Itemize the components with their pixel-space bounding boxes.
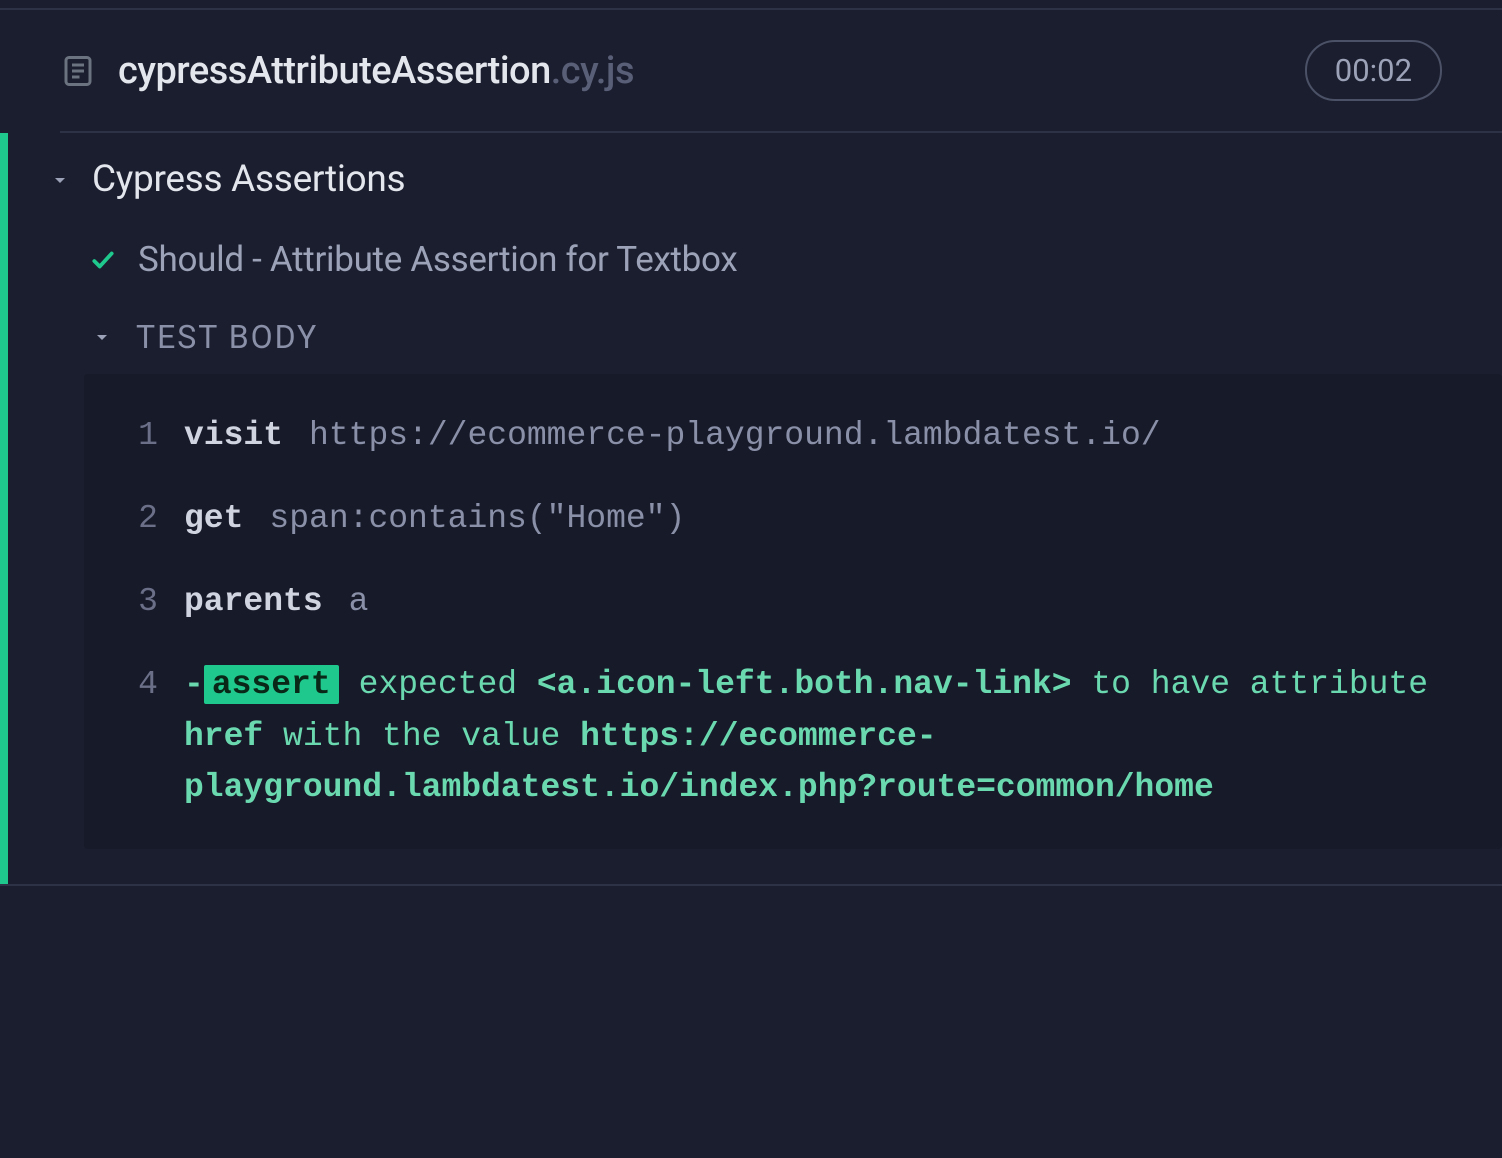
chevron-down-icon	[90, 325, 114, 349]
command-row[interactable]: 2 get span:contains("Home")	[84, 477, 1502, 560]
test-title: Should - Attribute Assertion for Textbox	[138, 239, 737, 280]
command-content: get span:contains("Home")	[184, 493, 1474, 544]
assert-pill: assert	[204, 665, 339, 704]
command-name: visit	[184, 417, 283, 454]
assert-to-have: to have attribute	[1091, 666, 1428, 703]
command-content: visit https://ecommerce-playground.lambda…	[184, 410, 1474, 461]
bottom-divider	[0, 884, 1502, 886]
command-name: get	[184, 500, 243, 537]
command-row[interactable]: 1 visit https://ecommerce-playground.lamb…	[84, 394, 1502, 477]
command-log: 1 visit https://ecommerce-playground.lamb…	[84, 374, 1502, 849]
command-args: span:contains("Home")	[269, 500, 685, 537]
timer-badge: 00:02	[1305, 40, 1442, 101]
assert-row[interactable]: 4 -assert expected <a.icon-left.both.nav-…	[84, 643, 1502, 828]
assert-dash: -	[184, 666, 204, 703]
spec-title: cypressAttributeAssertion.cy.js	[118, 49, 634, 93]
command-name: parents	[184, 583, 323, 620]
suite-row[interactable]: Cypress Assertions	[48, 158, 1502, 201]
spec-name: cypressAttributeAssertion	[118, 49, 551, 93]
assert-with-value: with the value	[283, 718, 580, 755]
assert-expected: expected	[359, 666, 537, 703]
command-args: https://ecommerce-playground.lambdatest.…	[309, 417, 1161, 454]
command-number: 4	[112, 659, 184, 710]
command-row[interactable]: 3 parents a	[84, 560, 1502, 643]
test-body-row[interactable]: TEST BODY	[90, 318, 1502, 356]
suite-title: Cypress Assertions	[92, 158, 405, 201]
test-block: Cypress Assertions Should - Attribute As…	[0, 133, 1502, 884]
command-number: 2	[112, 493, 184, 544]
test-body-label: TEST BODY	[136, 318, 318, 356]
checkmark-icon	[90, 247, 116, 273]
command-number: 3	[112, 576, 184, 627]
test-row[interactable]: Should - Attribute Assertion for Textbox	[90, 239, 1502, 280]
spec-file-icon	[60, 53, 96, 89]
command-number: 1	[112, 410, 184, 461]
assert-selector: <a.icon-left.both.nav-link>	[537, 666, 1072, 703]
command-content: parents a	[184, 576, 1474, 627]
assert-content: -assert expected <a.icon-left.both.nav-li…	[184, 659, 1474, 812]
spec-header: cypressAttributeAssertion.cy.js 00:02	[0, 10, 1502, 131]
assert-attr: href	[184, 718, 263, 755]
spec-ext: .cy.js	[551, 49, 634, 93]
command-args: a	[349, 583, 369, 620]
chevron-down-icon	[48, 168, 72, 192]
